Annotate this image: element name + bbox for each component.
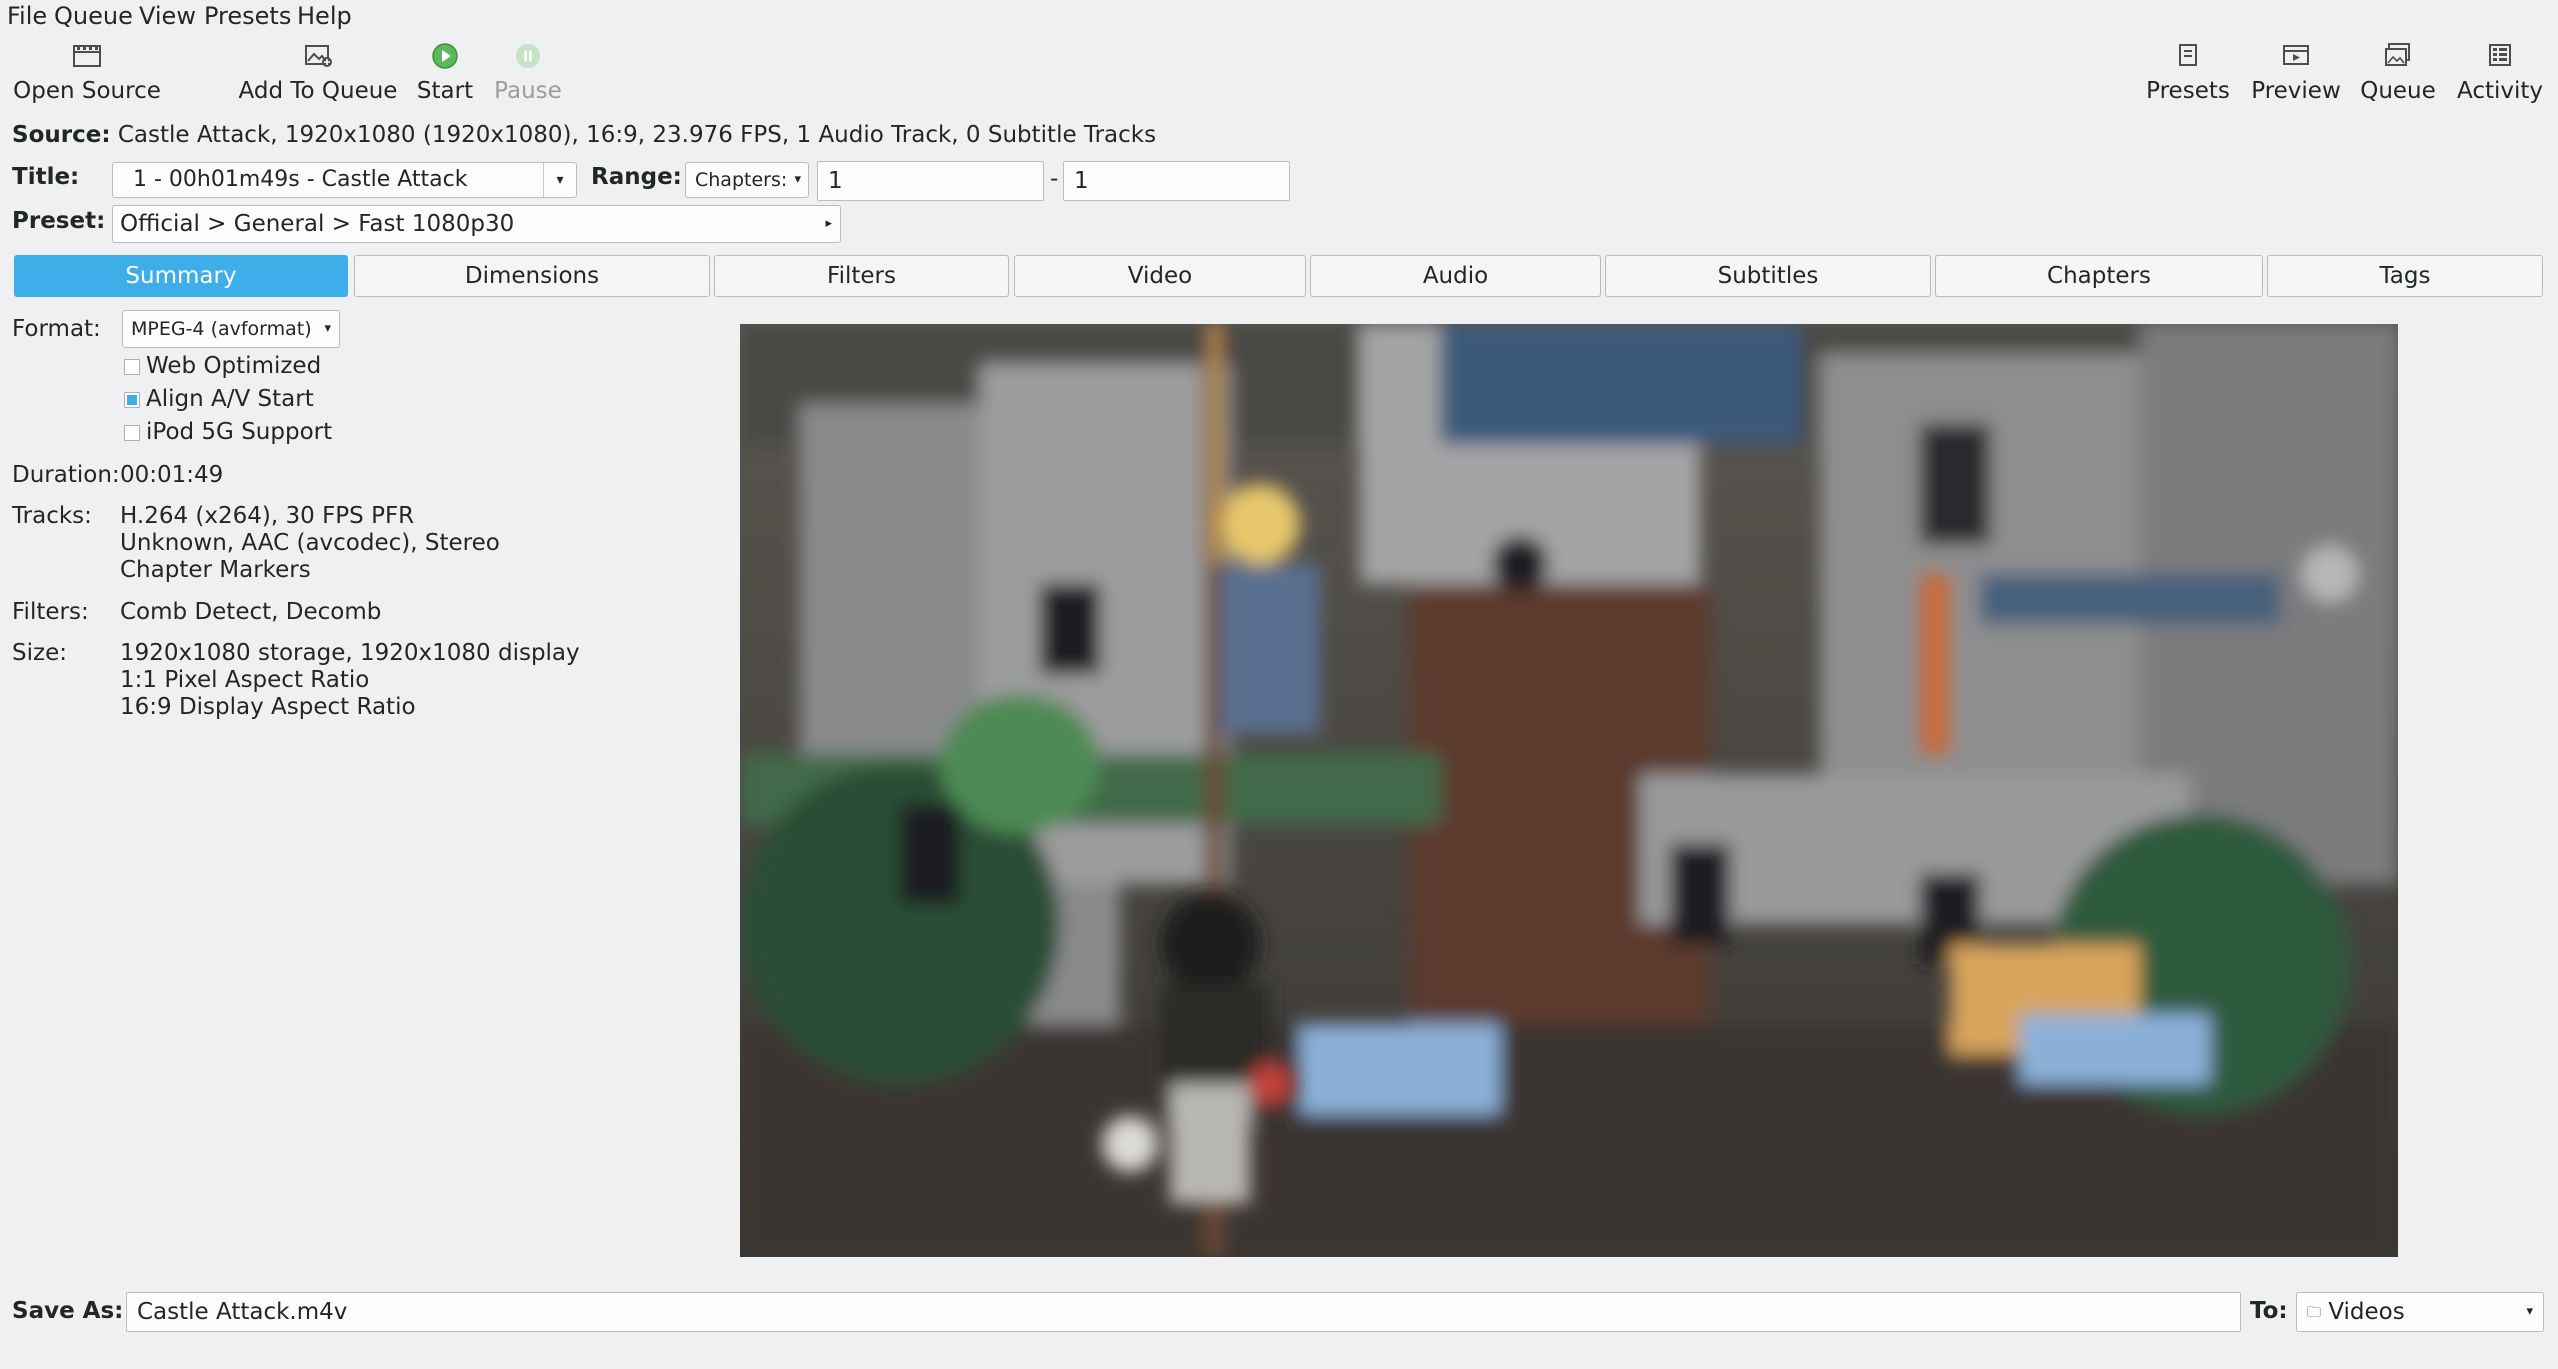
preview-image [740, 324, 2398, 1257]
menu-view[interactable]: View [139, 2, 196, 30]
chevron-down-icon: ▾ [2526, 1304, 2533, 1319]
tab-summary[interactable]: Summary [14, 255, 348, 297]
align-av-label: Align A/V Start [146, 386, 314, 412]
open-source-button[interactable]: Open Source [12, 42, 162, 112]
duration-value: 00:01:49 [120, 462, 224, 488]
range-mode-value: Chapters: [695, 169, 788, 191]
destination-select[interactable]: 🗀 Videos ▾ [2296, 1292, 2544, 1332]
start-label: Start [416, 78, 474, 104]
menu-help[interactable]: Help [297, 2, 352, 30]
tab-audio[interactable]: Audio [1310, 255, 1601, 297]
tab-video[interactable]: Video [1014, 255, 1306, 297]
start-button[interactable]: Start [412, 42, 478, 112]
range-dash: - [1050, 166, 1059, 192]
tab-chapters[interactable]: Chapters [1935, 255, 2263, 297]
queue-icon [2356, 42, 2440, 76]
presets-label: Presets [2146, 78, 2230, 104]
open-source-label: Open Source [13, 78, 161, 104]
preview-icon [2246, 42, 2346, 76]
add-to-queue-button[interactable]: Add To Queue [238, 42, 398, 112]
title-select[interactable]: 1 - 00h01m49s - Castle Attack ▾ [112, 162, 577, 198]
preset-select[interactable]: Official > General > Fast 1080p30 ▸ [112, 205, 841, 243]
preset-label: Preset: [12, 208, 106, 234]
menu-presets[interactable]: Presets [204, 2, 291, 30]
save-as-value: Castle Attack.m4v [137, 1299, 348, 1325]
align-av-checkbox[interactable] [124, 392, 140, 408]
chevron-down-icon: ▾ [794, 172, 801, 187]
source-label: Source: [12, 122, 111, 148]
track-chapters: Chapter Markers [120, 557, 311, 583]
title-label: Title: [12, 164, 80, 190]
menu-bar: File Queue View Presets Help [0, 0, 2558, 36]
tab-subtitles[interactable]: Subtitles [1605, 255, 1931, 297]
tab-dimensions[interactable]: Dimensions [354, 255, 710, 297]
tab-tags[interactable]: Tags [2267, 255, 2543, 297]
tab-filters[interactable]: Filters [714, 255, 1009, 297]
tracks-label: Tracks: [12, 503, 92, 529]
queue-label: Queue [2360, 78, 2436, 104]
preset-value: Official > General > Fast 1080p30 [120, 211, 515, 237]
film-icon [12, 42, 162, 76]
range-label: Range: [591, 164, 682, 190]
activity-button[interactable]: Activity [2452, 42, 2548, 112]
preview-button[interactable]: Preview [2246, 42, 2346, 112]
source-row: Source: Castle Attack, 1920x1080 (1920x1… [12, 122, 1156, 148]
activity-icon [2452, 42, 2548, 76]
play-icon [412, 42, 478, 76]
web-optimized-label: Web Optimized [146, 353, 322, 379]
add-to-queue-label: Add To Queue [238, 78, 398, 104]
range-start-value: 1 [828, 168, 843, 194]
pause-icon [493, 42, 563, 76]
presets-icon [2140, 42, 2236, 76]
filters-label: Filters: [12, 599, 89, 625]
range-end-value: 1 [1074, 168, 1089, 194]
chevron-right-icon: ▸ [825, 216, 832, 231]
size-dar: 16:9 Display Aspect Ratio [120, 694, 416, 720]
title-value: 1 - 00h01m49s - Castle Attack [133, 167, 468, 192]
format-select[interactable]: MPEG-4 (avformat) ▾ [122, 310, 340, 348]
activity-label: Activity [2456, 78, 2543, 104]
range-end-input[interactable]: 1 [1063, 161, 1290, 201]
size-label: Size: [12, 640, 67, 666]
size-par: 1:1 Pixel Aspect Ratio [120, 667, 370, 693]
pause-label: Pause [494, 78, 562, 104]
track-audio: Unknown, AAC (avcodec), Stereo [120, 530, 500, 556]
menu-file[interactable]: File [7, 2, 47, 30]
duration-label: Duration: [12, 462, 120, 488]
chevron-down-icon: ▾ [543, 163, 576, 197]
format-label: Format: [12, 316, 101, 342]
destination-value: Videos [2328, 1299, 2405, 1325]
add-image-icon [238, 42, 398, 76]
ipod-checkbox[interactable] [124, 425, 140, 441]
save-as-input[interactable]: Castle Attack.m4v [126, 1292, 2241, 1332]
folder-icon: 🗀 [2307, 1304, 2321, 1321]
chevron-down-icon: ▾ [324, 321, 331, 336]
filters-value: Comb Detect, Decomb [120, 599, 382, 625]
presets-button[interactable]: Presets [2140, 42, 2236, 112]
to-label: To: [2250, 1298, 2288, 1324]
preview-label: Preview [2251, 78, 2341, 104]
pause-button[interactable]: Pause [493, 42, 563, 112]
range-mode-select[interactable]: Chapters: ▾ [685, 162, 809, 198]
size-storage: 1920x1080 storage, 1920x1080 display [120, 640, 580, 666]
range-start-input[interactable]: 1 [817, 161, 1044, 201]
format-value: MPEG-4 (avformat) [131, 318, 312, 340]
queue-button[interactable]: Queue [2356, 42, 2440, 112]
source-info: Castle Attack, 1920x1080 (1920x1080), 16… [117, 122, 1157, 148]
track-video: H.264 (x264), 30 FPS PFR [120, 503, 415, 529]
ipod-label: iPod 5G Support [146, 419, 333, 445]
save-as-label: Save As: [12, 1298, 124, 1324]
menu-queue[interactable]: Queue [54, 2, 133, 30]
web-optimized-checkbox[interactable] [124, 359, 140, 375]
